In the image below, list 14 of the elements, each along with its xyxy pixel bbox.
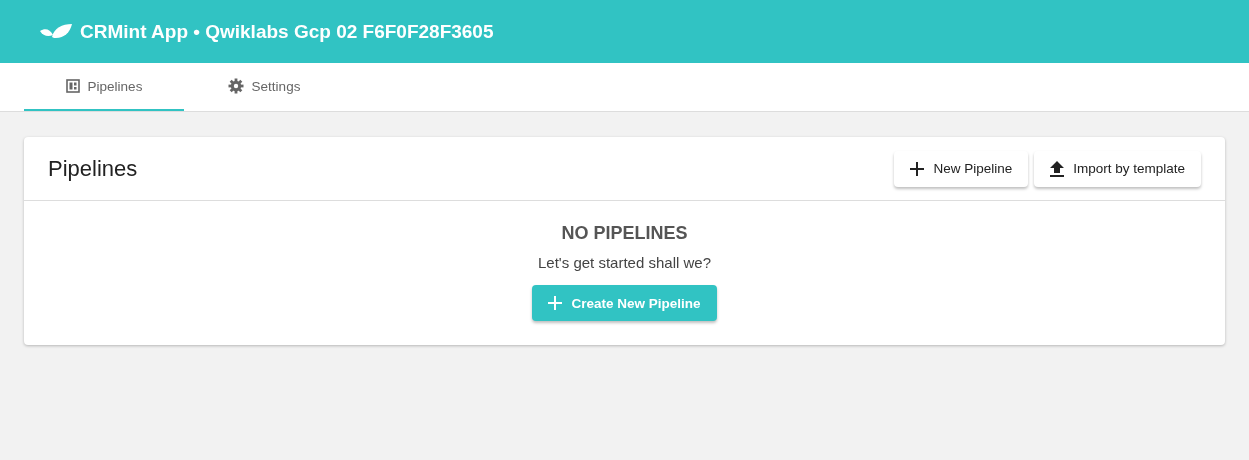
settings-icon [227, 78, 244, 94]
plus-icon [910, 161, 925, 176]
tab[interactable]: Pipelines [24, 63, 184, 111]
empty-message: Let's get started shall we? [538, 254, 711, 271]
plus-icon [548, 296, 563, 310]
board-icon [65, 79, 80, 93]
action-button[interactable]: Import by template [1034, 150, 1201, 187]
leaf-logo-icon [40, 22, 72, 41]
app-title: CRMint App • Qwiklabs Gcp 02 F6F0F28F3605 [80, 20, 494, 43]
card-title: Pipelines [48, 155, 139, 182]
empty-heading: NO PIPELINES [561, 223, 688, 244]
action-button[interactable]: New Pipeline [894, 150, 1029, 187]
upload-icon [1050, 160, 1065, 177]
tab[interactable]: Settings [184, 63, 344, 111]
